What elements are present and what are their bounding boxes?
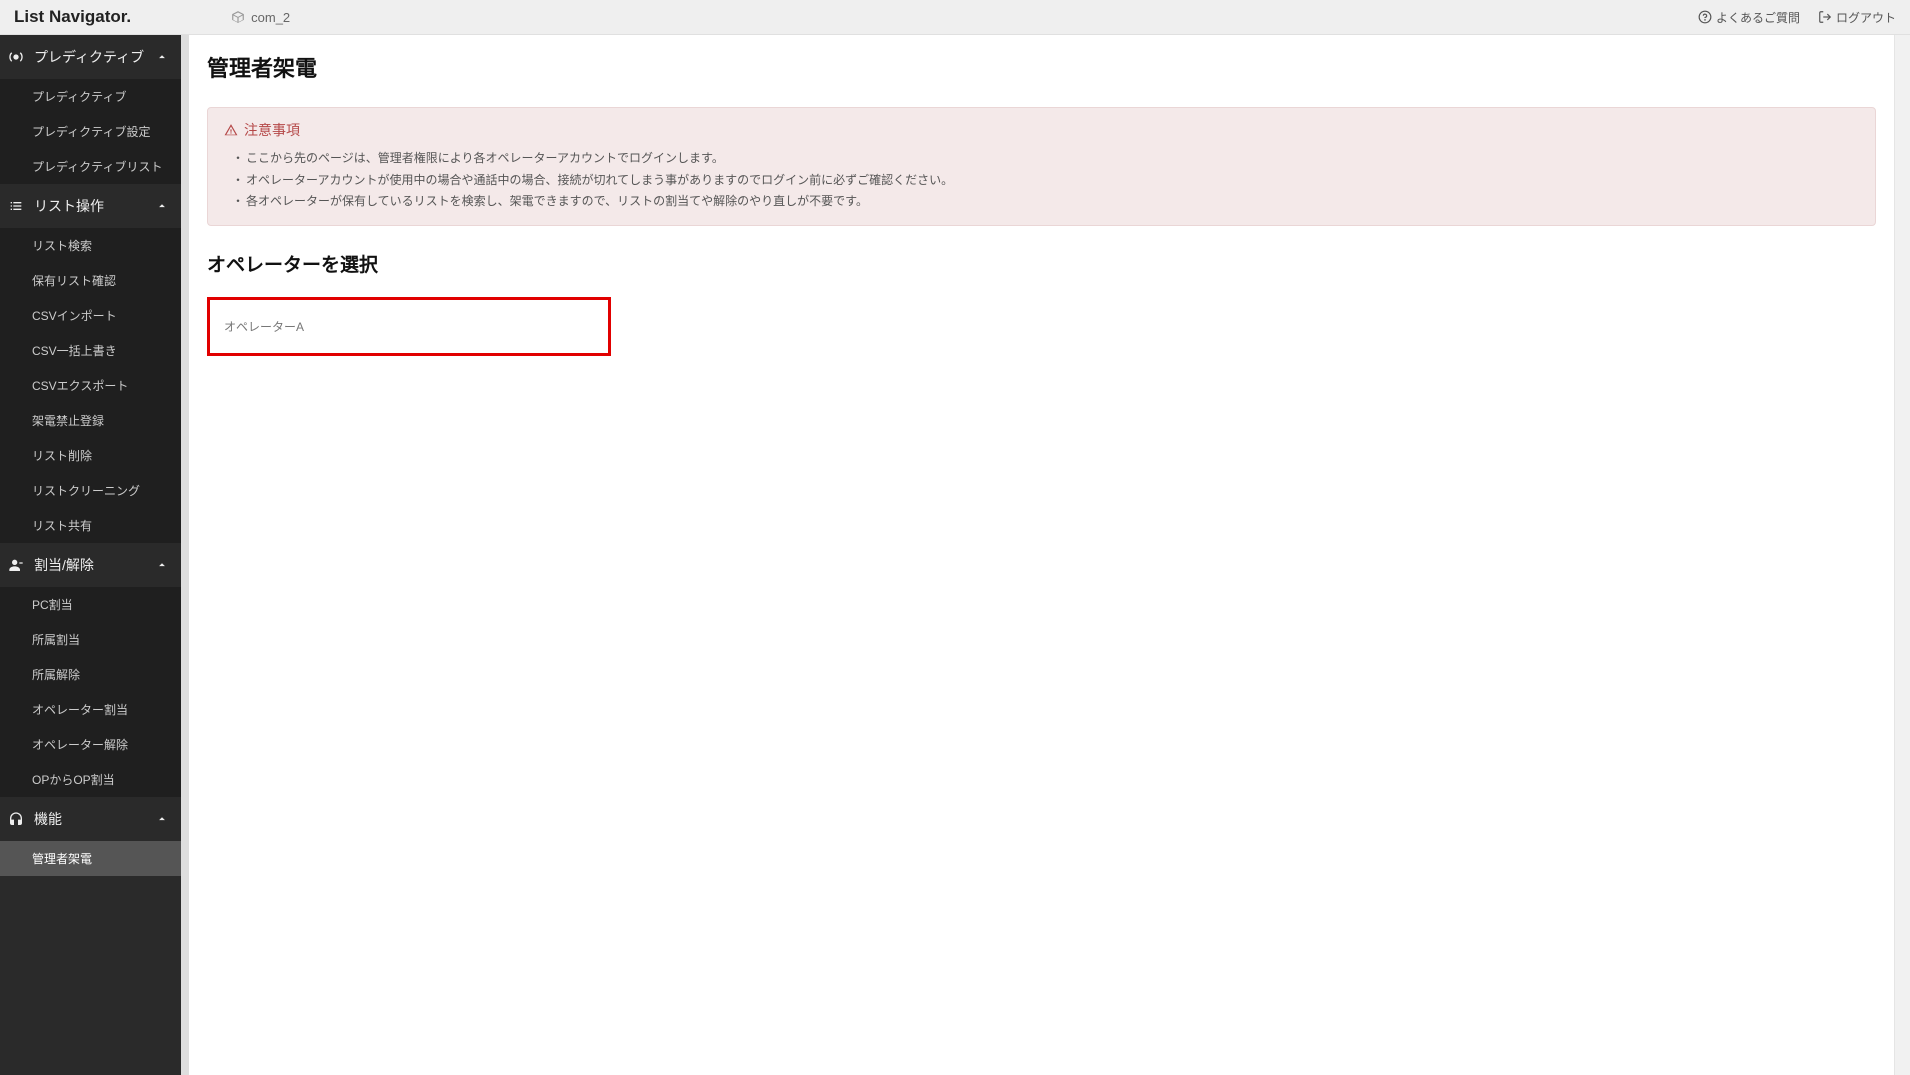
faq-label: よくあるご質問 (1716, 9, 1800, 26)
broadcast-icon (8, 49, 24, 65)
list-icon (8, 198, 24, 214)
nav-group-assign: 割当/解除 PC割当 所属割当 所属解除 オペレーター割当 オペレーター解除 O… (0, 543, 181, 797)
page-scrollbar[interactable] (1894, 35, 1910, 1075)
nav-item-admin-call[interactable]: 管理者架電 (0, 841, 181, 876)
warning-icon (224, 123, 238, 137)
nav-header-list[interactable]: リスト操作 (0, 184, 181, 228)
nav-item-list-share[interactable]: リスト共有 (0, 508, 181, 543)
company-selector[interactable]: com_2 (231, 10, 290, 25)
sidebar: プレディクティブ プレディクティブ プレディクティブ設定 プレディクティブリスト… (0, 35, 181, 1075)
nav-item-csv-export[interactable]: CSVエクスポート (0, 368, 181, 403)
nav-item-op-release[interactable]: オペレーター解除 (0, 727, 181, 762)
chevron-up-icon (155, 812, 169, 826)
alert-item: オペレーターアカウントが使用中の場合や通話中の場合、接続が切れてしまう事がありま… (232, 170, 1859, 192)
alert-item: ここから先のページは、管理者権限により各オペレーターアカウントでログインします。 (232, 148, 1859, 170)
nav-item-predictive[interactable]: プレディクティブ (0, 79, 181, 114)
nav-header-assign[interactable]: 割当/解除 (0, 543, 181, 587)
nav-item-predictive-list[interactable]: プレディクティブリスト (0, 149, 181, 184)
nav-item-csv-import[interactable]: CSVインポート (0, 298, 181, 333)
nav-item-list-delete[interactable]: リスト削除 (0, 438, 181, 473)
nav-item-dept-assign[interactable]: 所属割当 (0, 622, 181, 657)
logout-link[interactable]: ログアウト (1818, 9, 1896, 26)
chevron-up-icon (155, 50, 169, 64)
page-title: 管理者架電 (207, 51, 1876, 83)
header-right: よくあるご質問 ログアウト (1698, 9, 1896, 26)
alert-list: ここから先のページは、管理者権限により各オペレーターアカウントでログインします。… (224, 148, 1859, 213)
company-name: com_2 (251, 10, 290, 25)
help-icon (1698, 10, 1712, 24)
nav-item-op-assign[interactable]: オペレーター割当 (0, 692, 181, 727)
nav-item-list-search[interactable]: リスト検索 (0, 228, 181, 263)
nav-group-predictive: プレディクティブ プレディクティブ プレディクティブ設定 プレディクティブリスト (0, 35, 181, 184)
chevron-up-icon (155, 199, 169, 213)
alert-title: 注意事項 (224, 120, 1859, 140)
nav-group-function: 機能 管理者架電 (0, 797, 181, 876)
nav-group-label: リスト操作 (34, 196, 104, 216)
nav-header-predictive[interactable]: プレディクティブ (0, 35, 181, 79)
person-remove-icon (8, 557, 24, 573)
nav-header-function[interactable]: 機能 (0, 797, 181, 841)
alert-title-text: 注意事項 (244, 120, 300, 140)
nav-item-csv-overwrite[interactable]: CSV一括上書き (0, 333, 181, 368)
cube-icon (231, 10, 245, 24)
alert-item: 各オペレーターが保有しているリストを検索し、架電できますので、リストの割当てや解… (232, 191, 1859, 213)
nav-group-label: 機能 (34, 809, 62, 829)
operator-label: オペレーターA (224, 320, 304, 334)
nav-group-label: 割当/解除 (34, 555, 94, 575)
headset-icon (8, 811, 24, 827)
logout-icon (1818, 10, 1832, 24)
notice-alert: 注意事項 ここから先のページは、管理者権限により各オペレーターアカウントでログイ… (207, 107, 1876, 226)
header-left: List Navigator. com_2 (14, 7, 290, 27)
sidebar-scrollbar[interactable] (181, 35, 189, 1075)
section-title: オペレーターを選択 (207, 250, 1876, 277)
nav-item-dept-release[interactable]: 所属解除 (0, 657, 181, 692)
nav-group-label: プレディクティブ (34, 47, 144, 67)
nav-item-op-to-op[interactable]: OPからOP割当 (0, 762, 181, 797)
faq-link[interactable]: よくあるご質問 (1698, 9, 1800, 26)
nav-item-dnc[interactable]: 架電禁止登録 (0, 403, 181, 438)
app-logo: List Navigator. (14, 7, 131, 27)
nav-group-list: リスト操作 リスト検索 保有リスト確認 CSVインポート CSV一括上書き CS… (0, 184, 181, 543)
nav-item-held-list[interactable]: 保有リスト確認 (0, 263, 181, 298)
nav-item-list-cleaning[interactable]: リストクリーニング (0, 473, 181, 508)
operator-card[interactable]: オペレーターA (207, 297, 611, 356)
logout-label: ログアウト (1836, 9, 1896, 26)
nav-item-predictive-settings[interactable]: プレディクティブ設定 (0, 114, 181, 149)
chevron-up-icon (155, 558, 169, 572)
main-content: 管理者架電 注意事項 ここから先のページは、管理者権限により各オペレーターアカウ… (189, 35, 1894, 1075)
main-layout: プレディクティブ プレディクティブ プレディクティブ設定 プレディクティブリスト… (0, 35, 1910, 1075)
app-header: List Navigator. com_2 よくあるご質問 ログアウト (0, 0, 1910, 35)
nav-item-pc-assign[interactable]: PC割当 (0, 587, 181, 622)
